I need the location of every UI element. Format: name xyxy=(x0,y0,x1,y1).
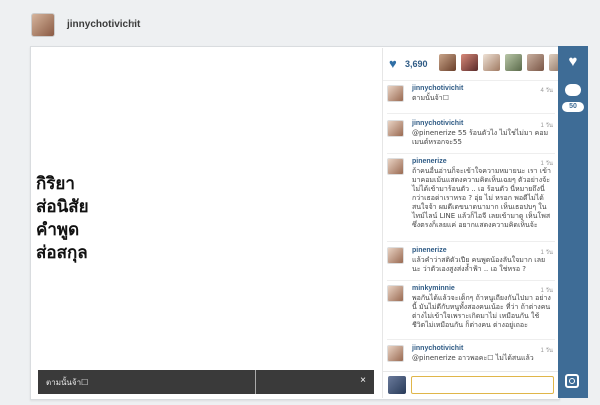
close-icon[interactable]: × xyxy=(360,375,366,386)
comment-username[interactable]: pinenerize xyxy=(412,158,447,165)
caption-divider xyxy=(255,370,256,394)
avatar[interactable] xyxy=(387,120,404,137)
divider xyxy=(387,153,555,154)
instagram-icon[interactable] xyxy=(565,374,579,388)
comment-input[interactable] xyxy=(411,376,554,394)
comment-count-badge: 50 xyxy=(562,102,584,112)
divider xyxy=(387,113,555,114)
post-photo: กิริยา ส่อนิสัย คำพูด ส่อสกุล ตามนั้นจ้า… xyxy=(32,48,381,398)
comment-list[interactable]: jinnychotivichit 4 วัน ตามนั้นจ้า☐ jinny… xyxy=(383,81,559,371)
avatar[interactable] xyxy=(387,247,404,264)
post-card: กิริยา ส่อนิสัย คำพูด ส่อสกุล ตามนั้นจ้า… xyxy=(30,46,560,400)
comment-input-row xyxy=(383,371,559,399)
username-link[interactable]: jinnychotivichit xyxy=(67,19,140,30)
comment-text: @pinenerize 55 ร้อนตัวไง ไม่ใช่ไม่มา คอม… xyxy=(412,129,549,146)
comment-username[interactable]: minkyminnie xyxy=(412,285,455,292)
liker-avatar[interactable] xyxy=(527,54,544,71)
action-rail: ♥ 50 xyxy=(558,46,588,398)
comment-text: แล้วคำว่าสติตัวเปีย คนพูดน้องลันใจมาก เล… xyxy=(412,256,546,273)
like-count[interactable]: 3,690 xyxy=(405,59,428,69)
avatar[interactable] xyxy=(387,345,404,362)
comment-text: พอกันได้แล้วจะเด็กๆ ถ้าหนูเถียงกันไปมา อ… xyxy=(412,294,551,329)
avatar[interactable] xyxy=(31,13,55,37)
comment-username[interactable]: jinnychotivichit xyxy=(412,120,463,127)
chevron-down-icon[interactable]: ▾ xyxy=(131,19,135,28)
like-heart-icon[interactable]: ♥ xyxy=(558,53,588,70)
comment-username[interactable]: jinnychotivichit xyxy=(412,345,463,352)
photo-line: ส่อสกุล xyxy=(36,243,88,263)
top-bar: jinnychotivichit ▾ xyxy=(0,0,600,38)
comment-username[interactable]: jinnychotivichit xyxy=(412,85,463,92)
avatar[interactable] xyxy=(387,85,404,102)
divider xyxy=(387,339,555,340)
comment-text: @pinenerize อาวพอคะ☐ ไม่ได้สนแล้ว xyxy=(412,354,534,362)
photo-line: คำพูด xyxy=(36,220,80,240)
comments-panel: ♥ 3,690 jinnychotivichit 4 วัน ตามนั้นจ้… xyxy=(382,48,559,399)
comment-text: ถ้าคนอื่นอ่านก็จะเข้าใจความหมายนะ เรา เข… xyxy=(412,167,551,229)
avatar[interactable] xyxy=(387,285,404,302)
liker-avatar[interactable] xyxy=(505,54,522,71)
photo-text: กิริยา ส่อนิสัย คำพูด ส่อสกุล xyxy=(36,173,89,265)
liker-avatar[interactable] xyxy=(439,54,456,71)
caption-text: ตามนั้นจ้า☐ xyxy=(46,378,89,387)
comment-bubble-icon[interactable] xyxy=(565,84,581,96)
avatar[interactable] xyxy=(387,158,404,175)
liker-avatar[interactable] xyxy=(461,54,478,71)
divider xyxy=(387,280,555,281)
likes-bar: ♥ 3,690 xyxy=(383,48,559,81)
heart-icon[interactable]: ♥ xyxy=(389,56,397,71)
liker-avatar[interactable] xyxy=(483,54,500,71)
divider xyxy=(387,241,555,242)
photo-line: ส่อนิสัย xyxy=(36,197,89,217)
caption-bar: ตามนั้นจ้า☐ × xyxy=(38,370,374,394)
comment-username[interactable]: pinenerize xyxy=(412,247,447,254)
photo-line: กิริยา xyxy=(36,174,75,194)
comment-text: ตามนั้นจ้า☐ xyxy=(412,94,449,102)
avatar xyxy=(388,376,406,394)
